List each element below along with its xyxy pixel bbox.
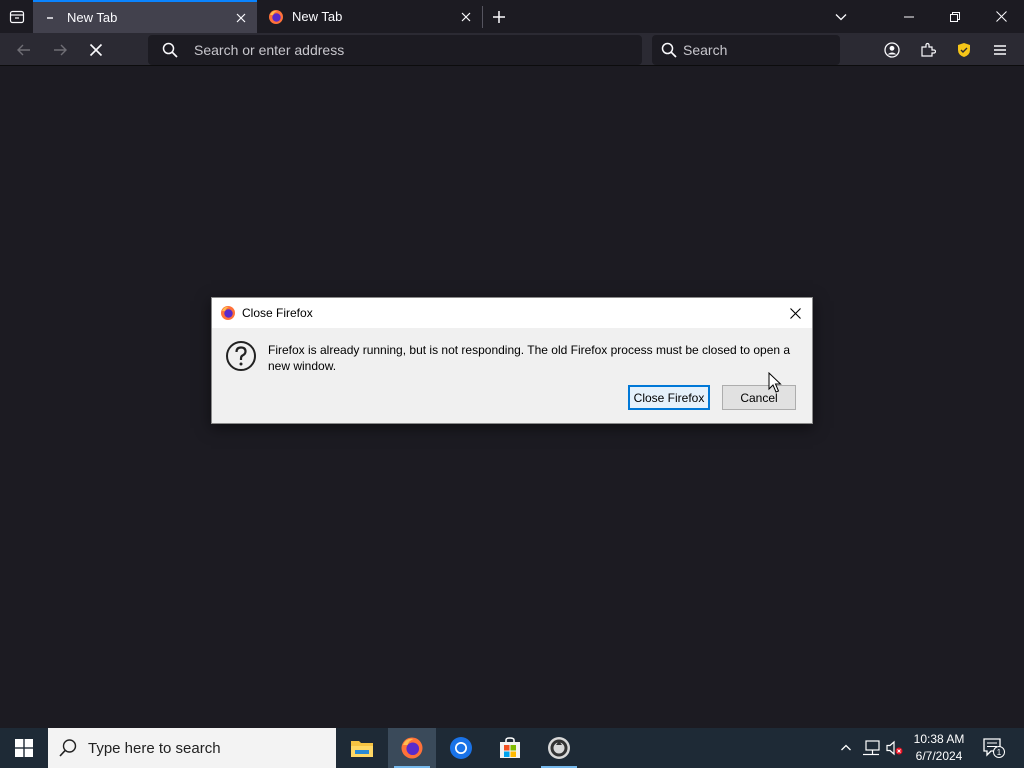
search-icon [58,738,78,758]
volume-button[interactable] [884,728,906,768]
taskbar-app[interactable] [535,728,583,768]
folder-icon [351,741,373,757]
close-icon [789,307,801,319]
taskbar-file-explorer[interactable] [338,728,386,768]
close-firefox-dialog: Close Firefox Firefox is already running… [211,297,813,424]
tab-title: New Tab [67,10,118,25]
loading-icon [43,10,59,26]
close-firefox-button[interactable]: Close Firefox [628,385,710,410]
restore-button[interactable] [932,0,978,33]
address-input[interactable] [194,42,642,58]
app-icon [548,737,570,759]
restore-icon [950,11,960,22]
question-icon [226,341,256,371]
search-input[interactable] [683,42,864,58]
taskbar: Type here to search 10:38 AM 6/7/2024 1 [0,728,1024,768]
extensions-button[interactable] [915,37,941,63]
back-button[interactable] [10,36,38,64]
navigation-toolbar [0,33,1024,66]
tab-new-tab-active[interactable]: New Tab [33,0,257,33]
address-bar[interactable] [148,35,642,65]
network-button[interactable] [860,728,882,768]
dialog-close-button[interactable] [780,298,810,328]
minimize-button[interactable] [886,0,932,33]
taskbar-search-box[interactable]: Type here to search [48,728,336,768]
app-menu-button[interactable] [987,37,1013,63]
cancel-button[interactable]: Cancel [722,385,796,410]
tab-overflow-button[interactable] [828,4,854,30]
close-tab-icon[interactable] [229,6,253,30]
firefox-icon [401,737,423,759]
notification-count: 1 [997,748,1002,757]
account-icon [884,42,900,58]
tab-divider [482,6,483,28]
dialog-title: Close Firefox [242,306,313,320]
taskbar-firefox[interactable] [388,728,436,768]
action-center-button[interactable]: 1 [978,728,1010,768]
plus-icon [493,11,505,23]
taskbar-microsoft-store[interactable] [486,728,534,768]
stop-button[interactable] [82,36,110,64]
tab-new-tab[interactable]: New Tab [258,0,482,33]
close-icon [995,11,1007,22]
network-icon [863,740,880,756]
show-hidden-icons-button[interactable] [836,728,856,768]
windows-logo-icon [15,739,33,757]
arrow-right-icon [54,44,67,56]
clock-date: 6/7/2024 [915,749,963,763]
firefox-icon [268,9,284,25]
dialog-titlebar: Close Firefox [212,298,812,328]
notifications-icon: 1 [983,738,1005,758]
stop-icon [89,43,103,57]
search-icon [162,42,178,58]
tab-strip: New Tab New Tab [0,0,1024,33]
close-window-button[interactable] [978,0,1024,33]
hamburger-menu-icon [994,45,1006,55]
new-tab-button[interactable] [486,4,512,30]
tab-title: New Tab [292,9,343,24]
store-icon [500,737,520,758]
shield-icon [958,43,970,57]
taskbar-search-placeholder: Type here to search [88,739,221,757]
start-button[interactable] [0,728,48,768]
chrome-icon [450,737,472,759]
puzzle-icon [921,42,936,57]
search-icon [661,42,677,58]
close-tab-icon[interactable] [454,5,478,29]
taskbar-chrome[interactable] [437,728,485,768]
volume-muted-icon [886,740,903,756]
minimize-icon [904,16,914,17]
dialog-message: Firefox is already running, but is not r… [268,343,791,373]
shield-extension-button[interactable] [951,37,977,63]
forward-button[interactable] [46,36,74,64]
search-bar[interactable] [652,35,864,65]
chevron-down-icon [835,14,847,21]
arrow-left-icon [17,44,30,56]
list-all-tabs-button[interactable] [4,4,30,30]
firefox-icon [220,305,236,321]
chevron-up-icon [841,744,851,751]
account-button[interactable] [879,37,905,63]
mouse-pointer-icon [768,372,782,393]
taskbar-clock[interactable]: 10:38 AM 6/7/2024 [906,731,972,765]
tab-list-icon [9,10,25,24]
clock-time: 10:38 AM [913,732,965,746]
